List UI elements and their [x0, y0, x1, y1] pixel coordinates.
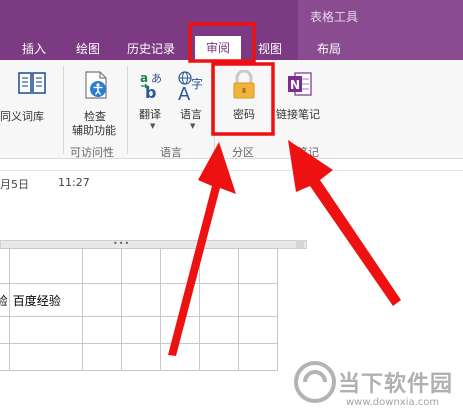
highlight-box-review-tab [188, 22, 256, 63]
watermark-text: 当下软件园 [338, 372, 454, 397]
annotation-overlay [168, 22, 401, 356]
arrow-to-link-notes [288, 140, 401, 306]
watermark-url: www.downxia.com [346, 397, 440, 408]
arrow-to-password [168, 142, 236, 356]
watermark-logo-icon [294, 361, 336, 403]
highlight-box-password [211, 62, 275, 136]
